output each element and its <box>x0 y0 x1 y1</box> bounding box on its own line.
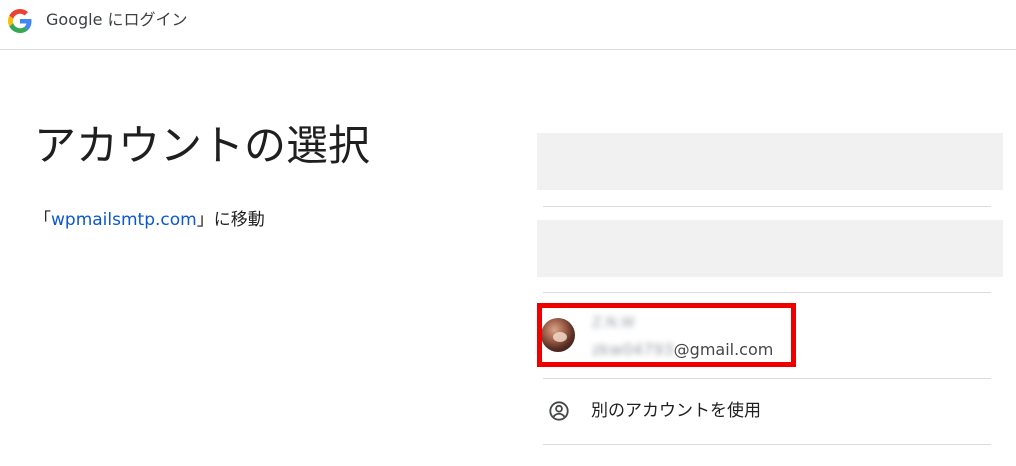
account-placeholder-2[interactable] <box>537 220 1003 277</box>
google-g-logo-icon <box>8 9 32 33</box>
divider <box>543 292 991 293</box>
sign-in-header: Google にログイン <box>46 9 188 31</box>
use-another-account-label: 別のアカウントを使用 <box>591 401 761 421</box>
continue-site-link[interactable]: wpmailsmtp.com <box>51 210 197 230</box>
header-title: にログイン <box>107 10 188 29</box>
continue-to-line: 「wpmailsmtp.com」に移動 <box>34 207 265 233</box>
page-title: アカウントの選択 <box>34 121 371 170</box>
divider <box>543 444 991 445</box>
top-bar: Google にログイン <box>0 0 1016 50</box>
highlight-annotation-box <box>537 303 796 367</box>
divider <box>543 378 991 379</box>
account-circle-icon <box>549 401 569 421</box>
continue-suffix: 」に移動 <box>196 210 265 230</box>
divider <box>543 206 991 207</box>
continue-prefix: 「 <box>34 210 51 230</box>
header-brand: Google <box>46 10 103 29</box>
use-another-account-button[interactable]: 別のアカウントを使用 <box>537 388 1003 434</box>
account-list: Z.N.W zkw04793@gmail.com 別のアカウントを使用 <box>537 133 1003 466</box>
account-placeholder-1[interactable] <box>537 133 1003 190</box>
